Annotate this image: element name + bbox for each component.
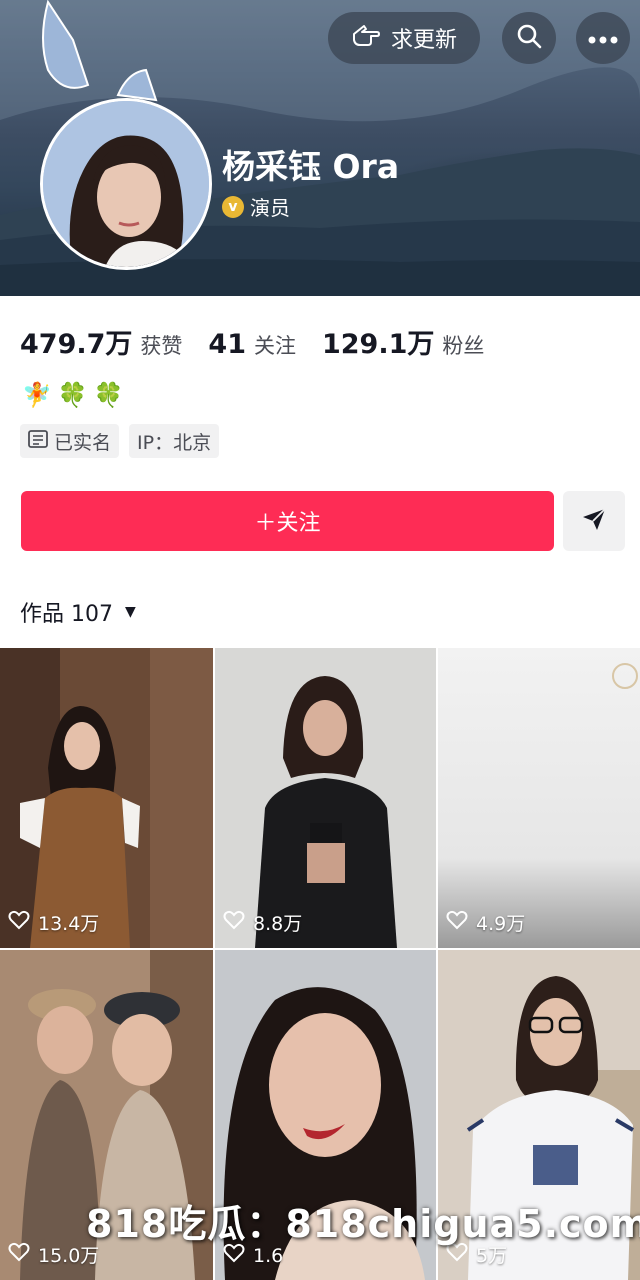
likes-count: 8.8万	[223, 909, 302, 936]
clover-emoji: 🍀	[57, 381, 88, 409]
ip-location-label: IP：北京	[137, 431, 212, 454]
video-grid: 13.4万 8.8万 4.9万 15.0万 1.6 5万	[0, 648, 640, 1280]
request-update-label: 求更新	[390, 28, 457, 53]
works-tab[interactable]: 作品 107 ▼	[20, 596, 136, 628]
heart-icon	[446, 910, 468, 935]
send-icon	[581, 506, 607, 536]
ip-location-tag: IP：北京	[129, 424, 220, 458]
video-tile[interactable]: 8.8万	[215, 648, 436, 948]
follow-button[interactable]: ＋关注	[21, 491, 554, 551]
likes-value: 4.9万	[476, 913, 526, 935]
profile-info-panel: 479.7万 获赞 41 关注 129.1万 粉丝 🧚 🍀 🍀 已实名 IP：北…	[0, 296, 640, 656]
stat-followers-label: 粉丝	[442, 334, 485, 358]
fairy-emoji: 🧚	[22, 381, 52, 409]
video-tile[interactable]: 4.9万	[438, 648, 640, 948]
video-thumbnail	[0, 648, 213, 948]
stat-following-label: 关注	[253, 334, 296, 358]
role-label: 演员	[250, 196, 290, 220]
likes-count: 4.9万	[446, 909, 525, 936]
works-count: 107	[71, 602, 114, 627]
hand-point-icon	[351, 22, 381, 54]
request-update-button[interactable]: 求更新	[328, 12, 480, 64]
stats-row: 479.7万 获赞 41 关注 129.1万 粉丝	[20, 322, 484, 361]
search-button[interactable]	[502, 12, 556, 64]
video-tile[interactable]: 13.4万	[0, 648, 213, 948]
signature: 🧚 🍀 🍀	[22, 380, 124, 410]
works-label: 作品 107	[20, 602, 114, 627]
caret-down-icon: ▼	[125, 604, 136, 620]
avatar-portrait	[43, 101, 209, 267]
stat-likes[interactable]: 479.7万 获赞	[20, 322, 182, 361]
profile-role: v 演员	[222, 192, 290, 221]
stat-followers-number: 129.1万	[321, 329, 435, 360]
heart-icon	[8, 1242, 30, 1267]
avatar[interactable]	[40, 98, 212, 270]
heart-icon	[8, 910, 30, 935]
likes-count: 13.4万	[8, 909, 99, 936]
more-button[interactable]	[576, 12, 630, 64]
stat-followers[interactable]: 129.1万 粉丝	[322, 322, 484, 361]
more-dots-icon	[588, 29, 618, 48]
stat-likes-number: 479.7万	[20, 329, 133, 360]
share-button[interactable]	[563, 491, 625, 551]
clover-emoji: 🍀	[93, 381, 124, 409]
profile-name: 杨采钰 Ora	[222, 147, 400, 186]
likes-value: 8.8万	[253, 913, 303, 935]
video-thumbnail	[215, 648, 436, 948]
video-thumbnail	[438, 648, 640, 948]
stat-following-number: 41	[208, 329, 246, 360]
search-icon	[515, 22, 543, 54]
likes-value: 13.4万	[38, 913, 100, 935]
real-name-label: 已实名	[54, 431, 112, 454]
watermark-text: 818吃瓜：818chigua5.com	[86, 1202, 640, 1246]
profile-header: 求更新 杨采钰 Ora v 演员	[0, 0, 640, 300]
profile-tags: 已实名 IP：北京	[20, 424, 220, 458]
stat-following[interactable]: 41 关注	[208, 329, 296, 360]
stat-likes-label: 获赞	[140, 334, 183, 358]
id-card-icon	[28, 429, 48, 453]
verified-badge-icon: v	[222, 195, 244, 218]
real-name-tag[interactable]: 已实名	[20, 424, 120, 458]
heart-icon	[223, 910, 245, 935]
avatar-frame	[18, 0, 212, 272]
